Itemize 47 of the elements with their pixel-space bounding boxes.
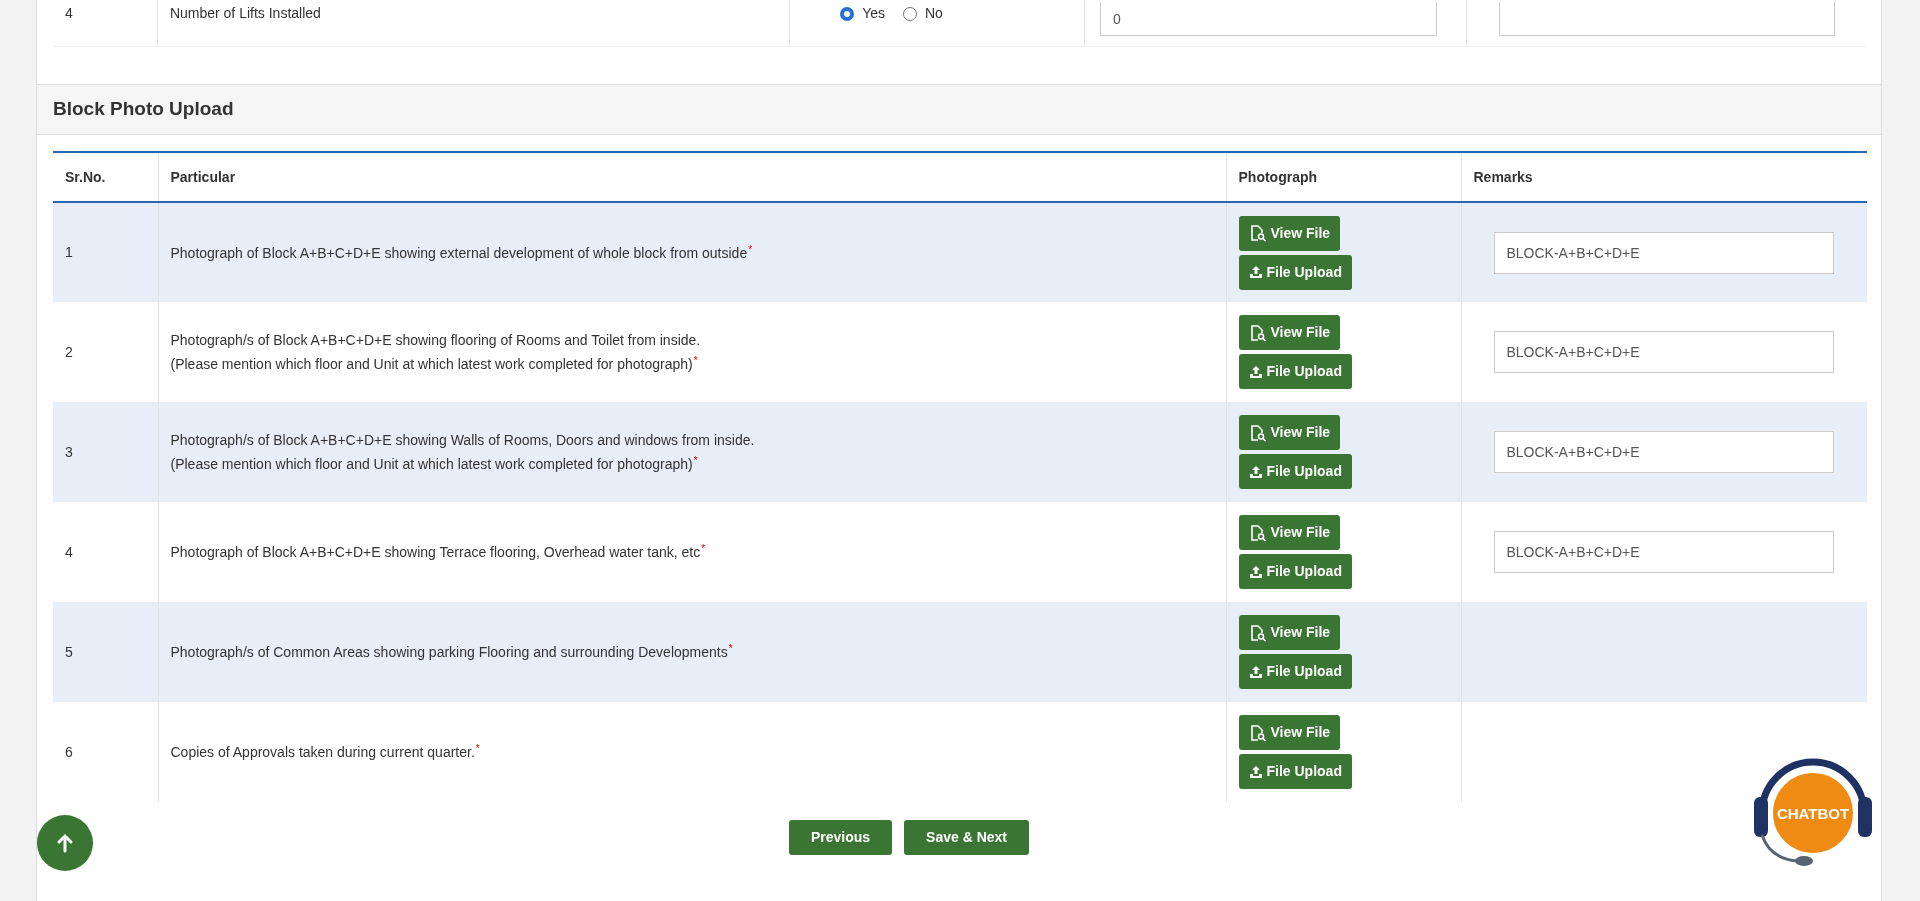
table-cell: Photograph of Block A+B+C+D+E showing external development of whole block from outside$^{*}$ — [158, 202, 1226, 302]
table-cell: Copies of Approvals taken during current quarter.$^{*}$ — [158, 702, 1226, 802]
table-cell: 6 — [53, 702, 158, 802]
file-upload-button[interactable]: File Upload — [1238, 354, 1352, 389]
file-search-icon — [1248, 623, 1267, 642]
file-upload-button[interactable]: File Upload — [1238, 654, 1352, 689]
arrow-up-icon — [56, 833, 74, 853]
upload-icon — [1248, 664, 1263, 679]
remarks-field[interactable]: BLOCK-A+B+C+D+E — [1493, 531, 1834, 573]
table-cell: Photograph/s of Block A+B+C+D+E showing Walls of Rooms, Doors and windows from inside. (Please mention which floor and Unit at which latest work completed for photograph)$^{*}$ — [158, 402, 1226, 502]
column-header: Particular — [158, 152, 1226, 202]
table-cell: 1 — [53, 202, 158, 302]
file-search-icon — [1248, 723, 1267, 742]
view-file-button[interactable]: View File — [1238, 415, 1341, 450]
file-search-icon — [1248, 523, 1267, 542]
upload-icon — [1248, 764, 1263, 779]
file-upload-button[interactable]: File Upload — [1238, 254, 1352, 290]
radio-option[interactable]: No — [903, 3, 943, 24]
view-file-button[interactable]: View File — [1238, 315, 1341, 350]
radio-option[interactable]: Yes — [840, 3, 885, 24]
remarks-field[interactable]: BLOCK-A+B+C+D+E — [1493, 331, 1834, 373]
table-cell: Photograph/s of Common Areas showing parking Flooring and surrounding Developments$^{*}$ — [158, 602, 1226, 702]
view-file-button[interactable]: View File — [1238, 715, 1341, 750]
view-file-button[interactable]: View File — [1238, 215, 1341, 251]
section-title: Block Photo Upload — [37, 84, 1881, 135]
view-file-button[interactable]: View File — [1238, 615, 1341, 650]
upload-icon — [1248, 364, 1263, 379]
file-search-icon — [1248, 224, 1267, 242]
table-cell: 5 — [53, 602, 158, 702]
upload-icon — [1248, 564, 1263, 579]
input-field[interactable]: 0 — [1099, 2, 1437, 36]
table-cell: 3 — [53, 402, 158, 502]
file-search-icon — [1248, 323, 1267, 342]
back-to-top-button[interactable] — [37, 815, 93, 871]
file-search-icon — [1248, 423, 1267, 442]
file-upload-button[interactable]: File Upload — [1238, 454, 1352, 489]
file-upload-button[interactable]: File Upload — [1238, 554, 1352, 589]
row-number: 4 — [65, 4, 73, 23]
remarks-field[interactable]: BLOCK-A+B+C+D+E — [1493, 431, 1834, 473]
remarks-field[interactable]: BLOCK-A+B+C+D+E — [1493, 231, 1834, 274]
upload-icon — [1248, 265, 1263, 279]
nav-button[interactable]: Previous — [788, 820, 893, 855]
view-file-button[interactable]: View File — [1238, 515, 1341, 550]
upload-icon — [1248, 464, 1263, 479]
nav-button[interactable]: Save & Next — [904, 820, 1030, 855]
file-upload-button[interactable]: File Upload — [1238, 754, 1352, 789]
field-label: Number of Lifts Installed — [169, 4, 321, 23]
